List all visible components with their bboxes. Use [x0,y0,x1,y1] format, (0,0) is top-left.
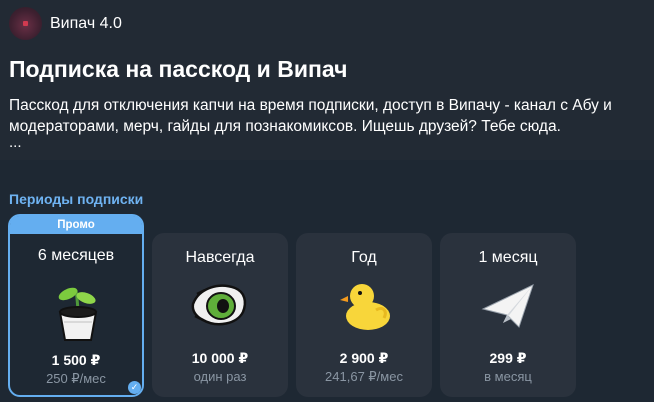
plan-price: 1 500 ₽ [51,352,101,368]
plan-name: Год [351,249,377,266]
plan-subprice: 241,67 ₽/мес [325,369,403,384]
periods-label: Периоды подписки [9,191,144,207]
duck-icon [340,284,390,330]
sprout-pot-icon [58,287,98,341]
plan-price: 10 000 ₽ [191,350,249,366]
channel-row[interactable]: Випач 4.0 [9,7,122,40]
plan-subprice: один раз [193,369,247,384]
plan-price: 299 ₽ [489,350,527,366]
description-text: Пасскод для отключения капчи на время по… [9,97,612,135]
plan-name: 6 месяцев [37,247,115,264]
plan-subprice: 250 ₽/мес [46,371,106,386]
plan-price: 2 900 ₽ [339,350,389,366]
page-title: Подписка на пасскод и Випач [9,56,348,82]
show-more-link[interactable]: ... [9,134,22,151]
channel-avatar[interactable] [9,7,42,40]
plan-name: 1 месяц [478,249,538,266]
plan-name: Навсегда [185,249,255,266]
checkmark-icon: ✓ [128,381,141,394]
plan-card-1-month[interactable]: 1 месяц 299 ₽ в месяц [440,233,576,397]
header-panel: Випач 4.0 Подписка на пасскод и Випач Па… [0,0,654,160]
plan-card-6-months[interactable]: Промо 6 месяцев 1 500 ₽ 250 ₽/мес ✓ [8,214,144,397]
channel-name[interactable]: Випач 4.0 [50,15,122,33]
plan-card-forever[interactable]: Навсегда 10 000 ₽ один раз [152,233,288,397]
plan-subprice: в месяц [484,369,532,384]
eye-icon [191,284,247,326]
promo-badge: Промо [10,216,142,234]
paper-plane-icon [481,284,534,328]
plan-card-year[interactable]: Год 2 900 ₽ 241,67 ₽/мес [296,233,432,397]
